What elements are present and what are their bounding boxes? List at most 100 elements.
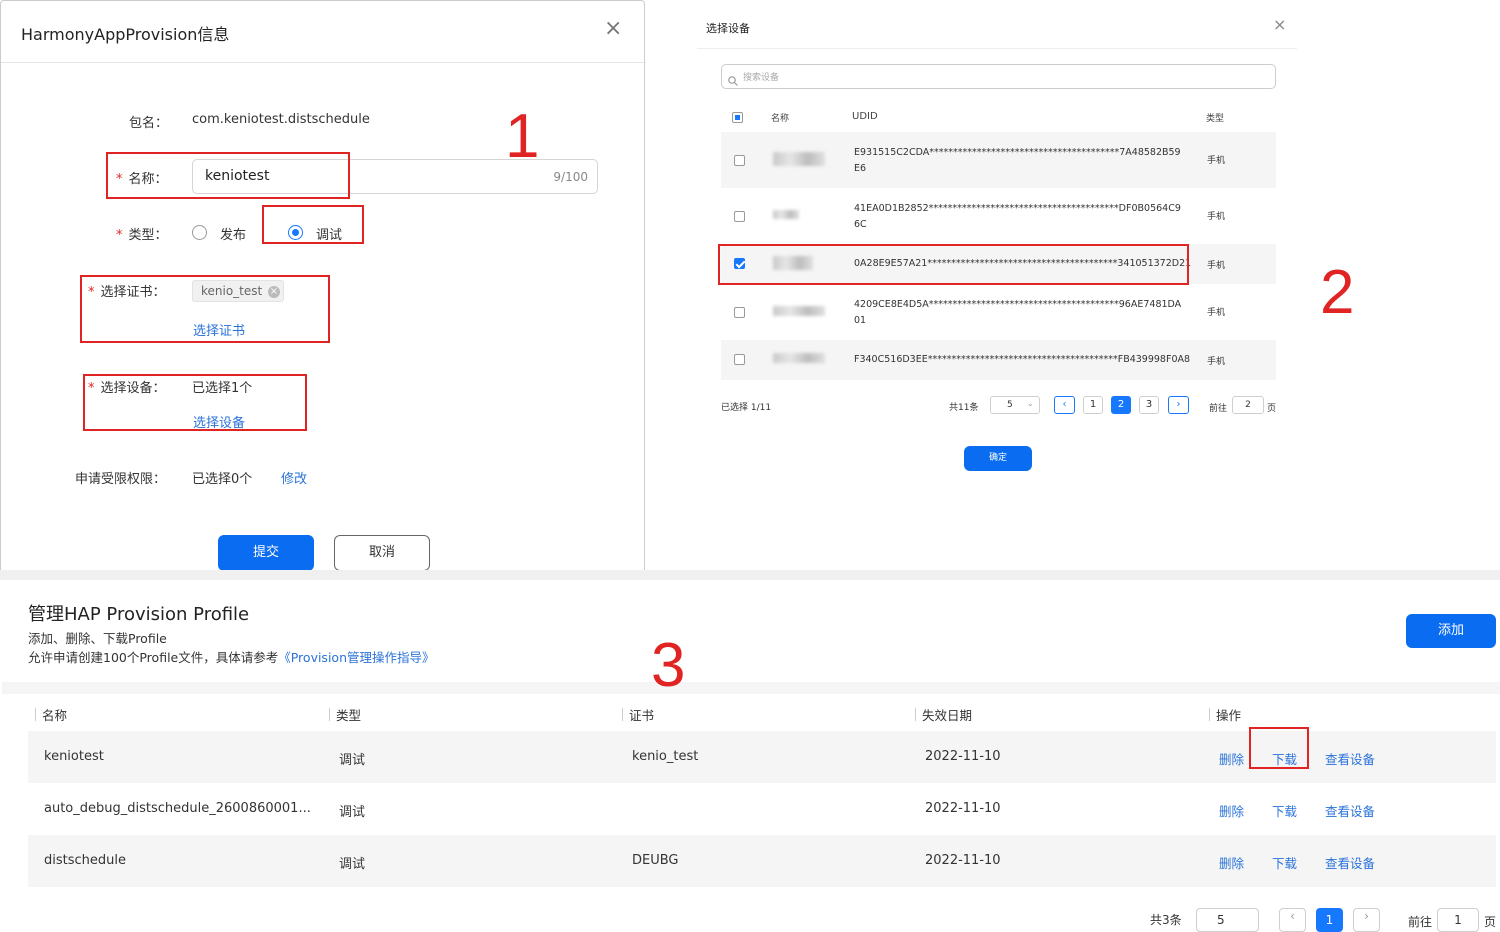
row-type: 调试: [339, 753, 366, 768]
page-button-2[interactable]: 2: [1111, 396, 1131, 414]
table-row: distschedule 调试 DEUBG 2022-11-10 删除 下载 查…: [28, 835, 1496, 887]
select-all-checkbox[interactable]: [732, 112, 743, 123]
row-date: 2022-11-10: [925, 749, 1001, 764]
delete-link[interactable]: 删除: [1219, 749, 1244, 768]
device-row[interactable]: 4209CE8E4D5A****************************…: [721, 284, 1276, 340]
col-divider: [915, 708, 916, 721]
select-cert-link[interactable]: 选择证书: [193, 320, 245, 339]
col-divider: [622, 708, 623, 721]
table-header: 名称 类型 证书 失效日期 操作: [28, 700, 1496, 730]
confirm-button[interactable]: 确定: [964, 446, 1032, 471]
desc-2-text: 允许申请创建100个Profile文件，具体请参考: [28, 650, 279, 665]
title-divider: [1, 62, 646, 63]
table-gap: [2, 682, 1500, 694]
device-row[interactable]: F340C516D3EE****************************…: [721, 340, 1276, 380]
page-button-1[interactable]: 1: [1083, 396, 1103, 414]
row-type: 手机: [1207, 261, 1226, 271]
delete-link[interactable]: 删除: [1219, 801, 1244, 820]
download-link[interactable]: 下载: [1272, 749, 1297, 768]
radio-debug-dot: [292, 229, 299, 236]
type-label-wrap: * 类型：: [116, 224, 168, 243]
close-icon[interactable]: ×: [604, 18, 624, 40]
annotation-2: 2: [1320, 258, 1355, 327]
select-device-link[interactable]: 选择设备: [193, 412, 245, 431]
goto-page-input[interactable]: 2: [1232, 396, 1264, 414]
title-divider: [697, 48, 1297, 49]
row-udid: 4209CE8E4D5A****************************…: [854, 299, 1182, 326]
prev-page-button[interactable]: ‹: [1054, 396, 1075, 414]
row-checkbox[interactable]: [734, 307, 745, 318]
device-row[interactable]: E931515C2CDA****************************…: [721, 132, 1276, 188]
annotation-1: 1: [505, 102, 540, 171]
goto-page-value: 1: [1454, 913, 1462, 927]
page-size-select[interactable]: 5 ⌄: [990, 396, 1040, 414]
cert-tag: kenio_test ×: [192, 280, 284, 302]
modify-permission-link[interactable]: 修改: [281, 468, 307, 487]
page-unit: 页: [1484, 915, 1497, 929]
row-name: distschedule: [44, 853, 126, 868]
row-type: 手机: [1207, 308, 1226, 318]
device-row[interactable]: 41EA0D1B2852****************************…: [721, 188, 1276, 244]
view-devices-link[interactable]: 查看设备: [1325, 853, 1375, 872]
select-device-dialog: 选择设备 × 搜索设备 名称 UDID 类型 E931515C2CDA*****…: [697, 0, 1297, 495]
page-size-value: 5: [1007, 400, 1013, 410]
search-icon: [728, 71, 738, 86]
row-udid: 41EA0D1B2852****************************…: [854, 203, 1181, 230]
next-page-button[interactable]: ›: [1168, 396, 1189, 414]
row-type: 手机: [1207, 357, 1226, 367]
annotation-3: 3: [651, 631, 686, 700]
row-type: 调试: [339, 857, 366, 872]
submit-button[interactable]: 提交: [218, 535, 314, 571]
page-button-1[interactable]: 1: [1316, 908, 1343, 932]
page-size-select[interactable]: 5: [1196, 908, 1259, 932]
close-icon[interactable]: ×: [1273, 17, 1287, 33]
next-page-button[interactable]: ›: [1353, 908, 1380, 932]
radio-release[interactable]: [192, 225, 207, 240]
view-devices-link[interactable]: 查看设备: [1325, 749, 1375, 768]
device-count: 已选择1个: [192, 381, 253, 396]
row-checkbox[interactable]: [734, 155, 745, 166]
table-row: auto_debug_distschedule_2600860001... 调试…: [28, 783, 1496, 835]
cancel-button[interactable]: 取消: [334, 535, 430, 571]
radio-release-label: 发布: [220, 228, 247, 243]
blurred-device-name: [773, 353, 825, 363]
name-char-counter: 9/100: [553, 170, 588, 184]
page-title: 管理HAP Provision Profile: [28, 604, 250, 625]
row-checkbox-checked[interactable]: [734, 258, 745, 269]
view-devices-link[interactable]: 查看设备: [1325, 801, 1375, 820]
page-desc-2: 允许申请创建100个Profile文件，具体请参考《Provision管理操作指…: [28, 647, 435, 666]
col-type: 类型: [336, 708, 362, 723]
name-label-wrap: * 名称：: [116, 168, 168, 187]
total-count: 共3条: [1150, 913, 1182, 927]
device-row-selected[interactable]: 0A28E9E57A21****************************…: [721, 244, 1276, 284]
prev-page-button[interactable]: ‹: [1279, 908, 1306, 932]
page-button-3[interactable]: 3: [1139, 396, 1159, 414]
delete-link[interactable]: 删除: [1219, 853, 1244, 872]
radio-debug[interactable]: [288, 225, 303, 240]
table-row: keniotest 调试 kenio_test 2022-11-10 删除 下载…: [28, 731, 1496, 783]
add-button[interactable]: 添加: [1406, 614, 1496, 648]
download-link[interactable]: 下载: [1272, 853, 1297, 872]
row-type: 调试: [339, 805, 366, 820]
device-label-wrap: * 选择设备：: [88, 377, 166, 396]
provision-guide-link[interactable]: 《Provision管理操作指导》: [278, 650, 434, 665]
row-checkbox[interactable]: [734, 211, 745, 222]
goto-page-input[interactable]: 1: [1437, 908, 1479, 932]
dialog-title: HarmonyAppProvision信息: [21, 25, 230, 44]
cert-label: 选择证书：: [100, 285, 166, 300]
tag-close-icon[interactable]: ×: [268, 286, 280, 298]
name-label: 名称：: [128, 172, 168, 187]
col-type: 类型: [1206, 114, 1225, 124]
col-udid: UDID: [852, 111, 878, 122]
search-input[interactable]: 搜索设备: [721, 64, 1276, 89]
row-checkbox[interactable]: [734, 354, 745, 365]
selected-count: 已选择 1/11: [721, 403, 772, 413]
required-mark: *: [88, 381, 95, 396]
dialog-title: 选择设备: [706, 22, 750, 35]
col-name: 名称: [771, 114, 790, 124]
blurred-device-name: [773, 152, 825, 166]
goto-label: 前往: [1209, 404, 1228, 414]
download-link[interactable]: 下载: [1272, 801, 1297, 820]
blurred-device-name: [773, 210, 799, 219]
package-label: 包名：: [129, 116, 169, 131]
